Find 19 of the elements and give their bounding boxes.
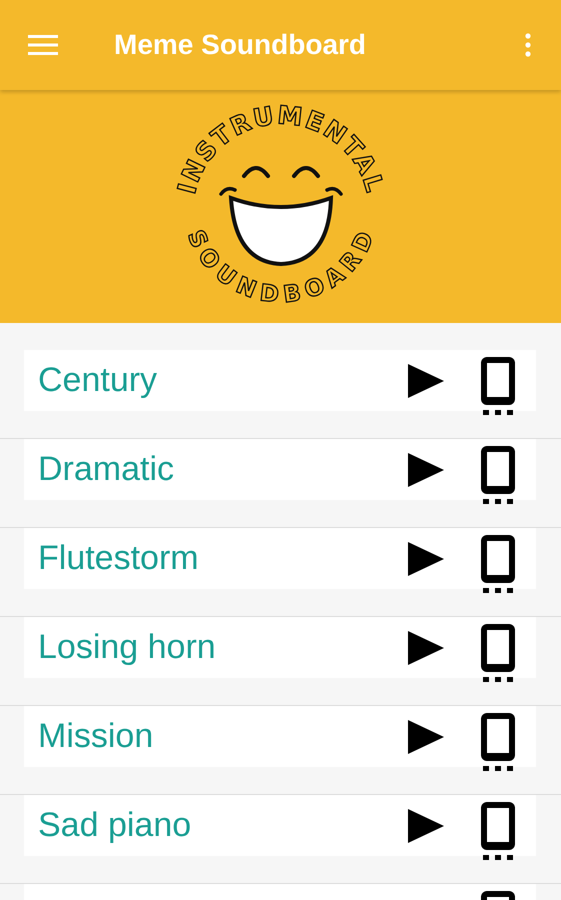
phone-ringtone-icon[interactable]: [478, 622, 518, 682]
phone-ringtone-icon[interactable]: [478, 532, 518, 592]
play-icon[interactable]: [408, 720, 444, 754]
phone-ringtone-icon[interactable]: [478, 354, 518, 414]
play-icon[interactable]: [408, 364, 444, 398]
sound-title: Century: [38, 361, 158, 400]
phone-ringtone-icon[interactable]: [478, 800, 518, 860]
play-icon[interactable]: [408, 542, 444, 576]
sound-title: Sad piano: [38, 806, 192, 845]
phone-ringtone-icon[interactable]: [478, 444, 518, 504]
play-icon[interactable]: [408, 630, 444, 664]
app-title: Meme Soundboard: [114, 29, 366, 61]
phone-ringtone-icon[interactable]: [478, 710, 518, 770]
play-icon[interactable]: [408, 452, 444, 486]
sound-title: Losing horn: [38, 628, 217, 667]
sound-title: Flutestorm: [38, 539, 200, 578]
play-icon[interactable]: [408, 808, 444, 842]
sound-title: Dramatic: [38, 450, 176, 489]
sound-title: Mission: [38, 717, 154, 756]
